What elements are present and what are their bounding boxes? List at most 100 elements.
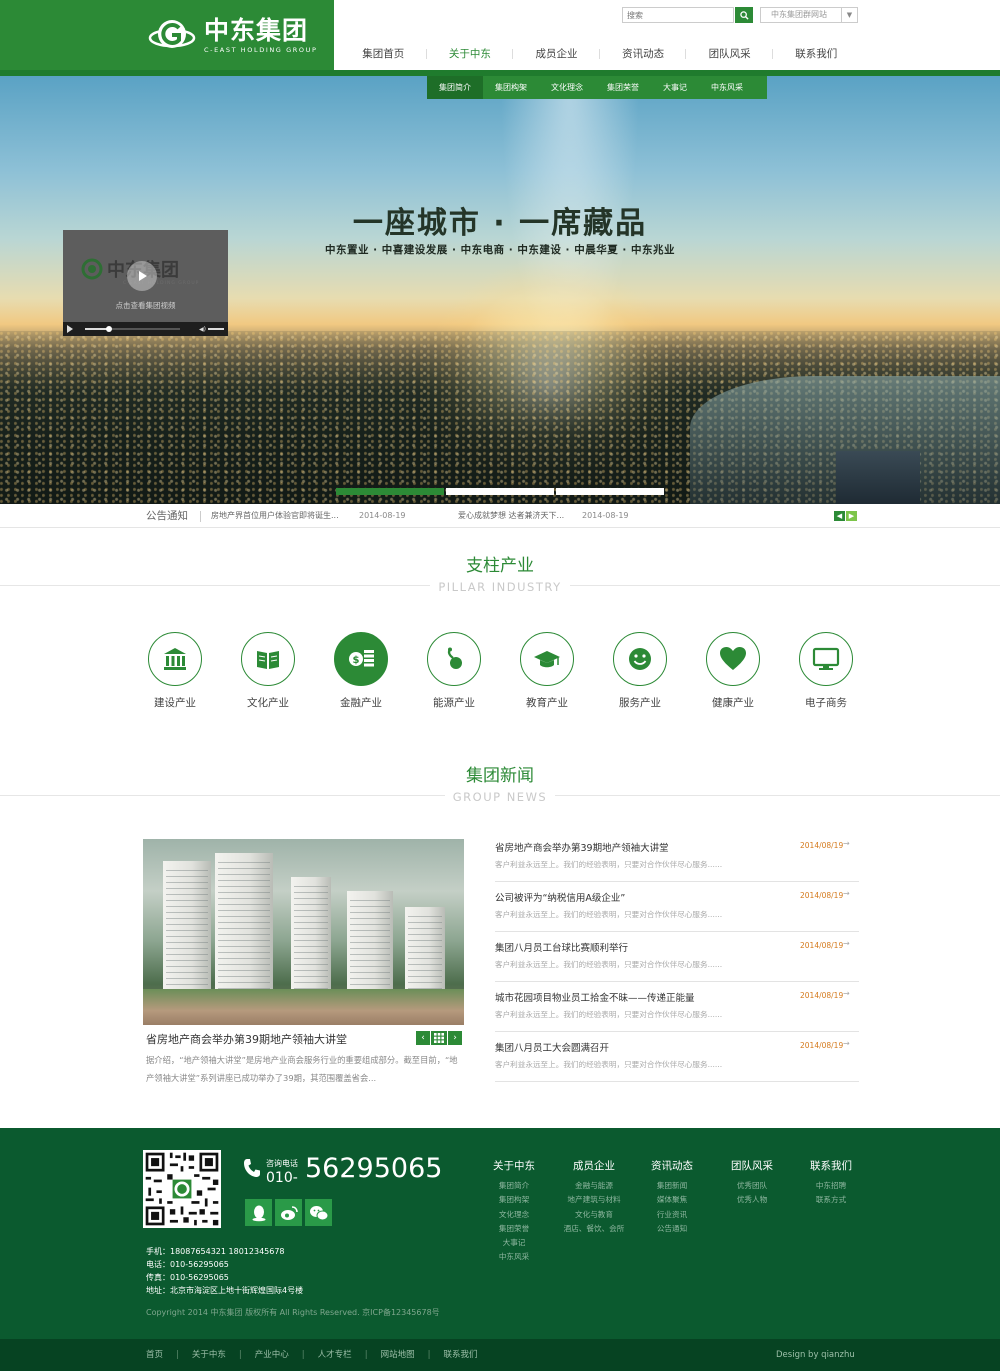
- chevron-right-icon[interactable]: ▶: [846, 511, 857, 521]
- play-button[interactable]: [67, 325, 73, 333]
- search-input[interactable]: [622, 7, 734, 23]
- weibo-icon[interactable]: [275, 1199, 302, 1226]
- news-list-item[interactable]: 集团八月员工大会圆满召开 2014/08/19 → 客户利益永远至上。我们的经验…: [495, 1032, 859, 1082]
- notice-item[interactable]: 爱心成就梦想 达者兼济天下...: [458, 504, 564, 528]
- industry-education[interactable]: 教育产业: [512, 632, 582, 710]
- group-sites-select[interactable]: 中东集团群网站 ▼: [760, 7, 858, 23]
- industry-finance[interactable]: $ 金融产业: [326, 632, 396, 710]
- nav-item-contact[interactable]: 联系我们: [773, 40, 860, 68]
- wechat-icon[interactable]: [305, 1199, 332, 1226]
- news-item-title[interactable]: 集团八月员工台球比赛顺利举行: [495, 940, 628, 954]
- bottom-link-industry[interactable]: 产业中心: [255, 1339, 289, 1371]
- bottom-link-about[interactable]: 关于中东: [192, 1339, 226, 1371]
- industry-icon-circle: [706, 632, 760, 686]
- site-logo[interactable]: 中东集团 C-EAST HOLDING GROUP: [148, 14, 317, 58]
- monitor-icon: [812, 647, 840, 670]
- volume-slider[interactable]: [208, 328, 224, 330]
- pillar-subtitle: PILLAR INDUSTRY: [430, 580, 570, 594]
- footer-link[interactable]: 中东风采: [474, 1250, 554, 1264]
- nav-label: 集团首页: [362, 48, 405, 60]
- news-feature-summary: 据介绍，“地产领袖大讲堂”是房地产业商会服务行业的重要组成部分。截至目前，“地产…: [146, 1055, 458, 1083]
- subnav-item-events[interactable]: 大事记: [651, 76, 699, 99]
- industry-icon-circle: [427, 632, 481, 686]
- grid-icon[interactable]: [431, 1031, 447, 1045]
- subnav-item-honors[interactable]: 集团荣誉: [595, 76, 651, 99]
- video-progress-knob[interactable]: [105, 326, 112, 332]
- footer-column-title[interactable]: 团队风采: [712, 1158, 792, 1173]
- chevron-right-icon[interactable]: ›: [448, 1031, 462, 1045]
- subnav-item-style[interactable]: 中东风采: [699, 76, 755, 99]
- video-progress-track[interactable]: [85, 326, 180, 332]
- news-feature-image[interactable]: [143, 839, 464, 1025]
- footer-link[interactable]: 优秀人物: [712, 1193, 792, 1207]
- footer-link[interactable]: 文化与教育: [554, 1208, 634, 1222]
- footer-link[interactable]: 中东招聘: [791, 1179, 871, 1193]
- volume-icon[interactable]: ◀): [199, 326, 206, 333]
- footer-link[interactable]: 公告通知: [632, 1222, 712, 1236]
- footer-column-title[interactable]: 关于中东: [474, 1158, 554, 1173]
- footer-link[interactable]: 优秀团队: [712, 1179, 792, 1193]
- play-icon[interactable]: [127, 261, 157, 291]
- footer-link[interactable]: 集团构架: [474, 1193, 554, 1207]
- news-list-item[interactable]: 集团八月员工台球比赛顺利举行 2014/08/19 → 客户利益永远至上。我们的…: [495, 932, 859, 982]
- slider-dot[interactable]: [336, 488, 444, 495]
- notice-item[interactable]: 房地产界首位用户体验官即将诞生...: [211, 504, 339, 528]
- qr-code-icon[interactable]: [143, 1150, 221, 1228]
- footer-link[interactable]: 金融与能源: [554, 1179, 634, 1193]
- slider-dot[interactable]: [446, 488, 554, 495]
- footer-link[interactable]: 行业资讯: [632, 1208, 712, 1222]
- industry-label: 金融产业: [340, 697, 382, 709]
- footer-link[interactable]: 集团简介: [474, 1179, 554, 1193]
- notice-label: 公告通知: [146, 510, 188, 522]
- industry-energy[interactable]: 能源产业: [419, 632, 489, 710]
- news-list-item[interactable]: 省房地产商会举办第39期地产领袖大讲堂 2014/08/19 → 客户利益永远至…: [495, 832, 859, 882]
- footer-link[interactable]: 集团新闻: [632, 1179, 712, 1193]
- bottom-link-contact[interactable]: 联系我们: [443, 1339, 477, 1371]
- subnav-item-culture[interactable]: 文化理念: [539, 76, 595, 99]
- video-player[interactable]: 中东集团 C-EAST HOLDING GROUP 点击查看集团视频 ◀): [63, 230, 228, 336]
- footer-column-title[interactable]: 资讯动态: [632, 1158, 712, 1173]
- nav-item-news[interactable]: 资讯动态: [600, 40, 687, 68]
- news-item-title[interactable]: 城市花园项目物业员工拾金不昧——传递正能量: [495, 990, 695, 1004]
- news-item-title[interactable]: 集团八月员工大会圆满召开: [495, 1040, 609, 1054]
- footer-link[interactable]: 酒店、餐饮、会所: [554, 1222, 634, 1236]
- industry-health[interactable]: 健康产业: [698, 632, 768, 710]
- nav-label: 资讯动态: [622, 48, 665, 60]
- slider-dot[interactable]: [556, 488, 664, 495]
- footer-link[interactable]: 地产建筑与材料: [554, 1193, 634, 1207]
- industry-ecommerce[interactable]: 电子商务: [791, 632, 861, 710]
- pillar-section-title: 支柱产业 PILLAR INDUSTRY: [0, 551, 1000, 595]
- nav-item-members[interactable]: 成员企业: [513, 40, 600, 68]
- bottom-link-home[interactable]: 首页: [146, 1339, 163, 1371]
- nav-item-team[interactable]: 团队风采: [686, 40, 773, 68]
- news-item-title[interactable]: 公司被评为“纳税信用A级企业”: [495, 890, 625, 904]
- industry-construction[interactable]: 建设产业: [140, 632, 210, 710]
- footer-link[interactable]: 文化理念: [474, 1208, 554, 1222]
- footer-column-title[interactable]: 联系我们: [791, 1158, 871, 1173]
- industry-culture[interactable]: 文化产业: [233, 632, 303, 710]
- chevron-left-icon[interactable]: ‹: [416, 1031, 430, 1045]
- search-button[interactable]: [735, 7, 753, 23]
- industry-service[interactable]: 服务产业: [605, 632, 675, 710]
- bottom-link-sitemap[interactable]: 网站地图: [381, 1339, 415, 1371]
- footer-link[interactable]: 联系方式: [791, 1193, 871, 1207]
- footer-link[interactable]: 媒体聚焦: [632, 1193, 712, 1207]
- footer-link[interactable]: 集团荣誉: [474, 1222, 554, 1236]
- chevron-left-icon[interactable]: ◀: [834, 511, 845, 521]
- news-list-item[interactable]: 公司被评为“纳税信用A级企业” 2014/08/19 → 客户利益永远至上。我们…: [495, 882, 859, 932]
- subnav-item-structure[interactable]: 集团构架: [483, 76, 539, 99]
- news-feature-title[interactable]: 省房地产商会举办第39期地产领袖大讲堂: [146, 1031, 347, 1047]
- coins-icon: $: [349, 650, 374, 667]
- subnav-item-intro[interactable]: 集团简介: [427, 76, 483, 99]
- footer-link[interactable]: 大事记: [474, 1236, 554, 1250]
- news-list-item[interactable]: 城市花园项目物业员工拾金不昧——传递正能量 2014/08/19 → 客户利益永…: [495, 982, 859, 1032]
- tower-building: [836, 451, 920, 504]
- news-item-title[interactable]: 省房地产商会举办第39期地产领袖大讲堂: [495, 840, 669, 854]
- footer-column-title[interactable]: 成员企业: [554, 1158, 634, 1173]
- sub-nav: 集团简介 集团构架 文化理念 集团荣誉 大事记 中东风采: [427, 76, 767, 99]
- arrow-right-icon: →: [843, 839, 850, 848]
- nav-item-home[interactable]: 集团首页: [340, 40, 427, 68]
- bottom-link-talent[interactable]: 人才专栏: [318, 1339, 352, 1371]
- nav-item-about[interactable]: 关于中东: [427, 40, 514, 68]
- qq-icon[interactable]: [245, 1199, 272, 1226]
